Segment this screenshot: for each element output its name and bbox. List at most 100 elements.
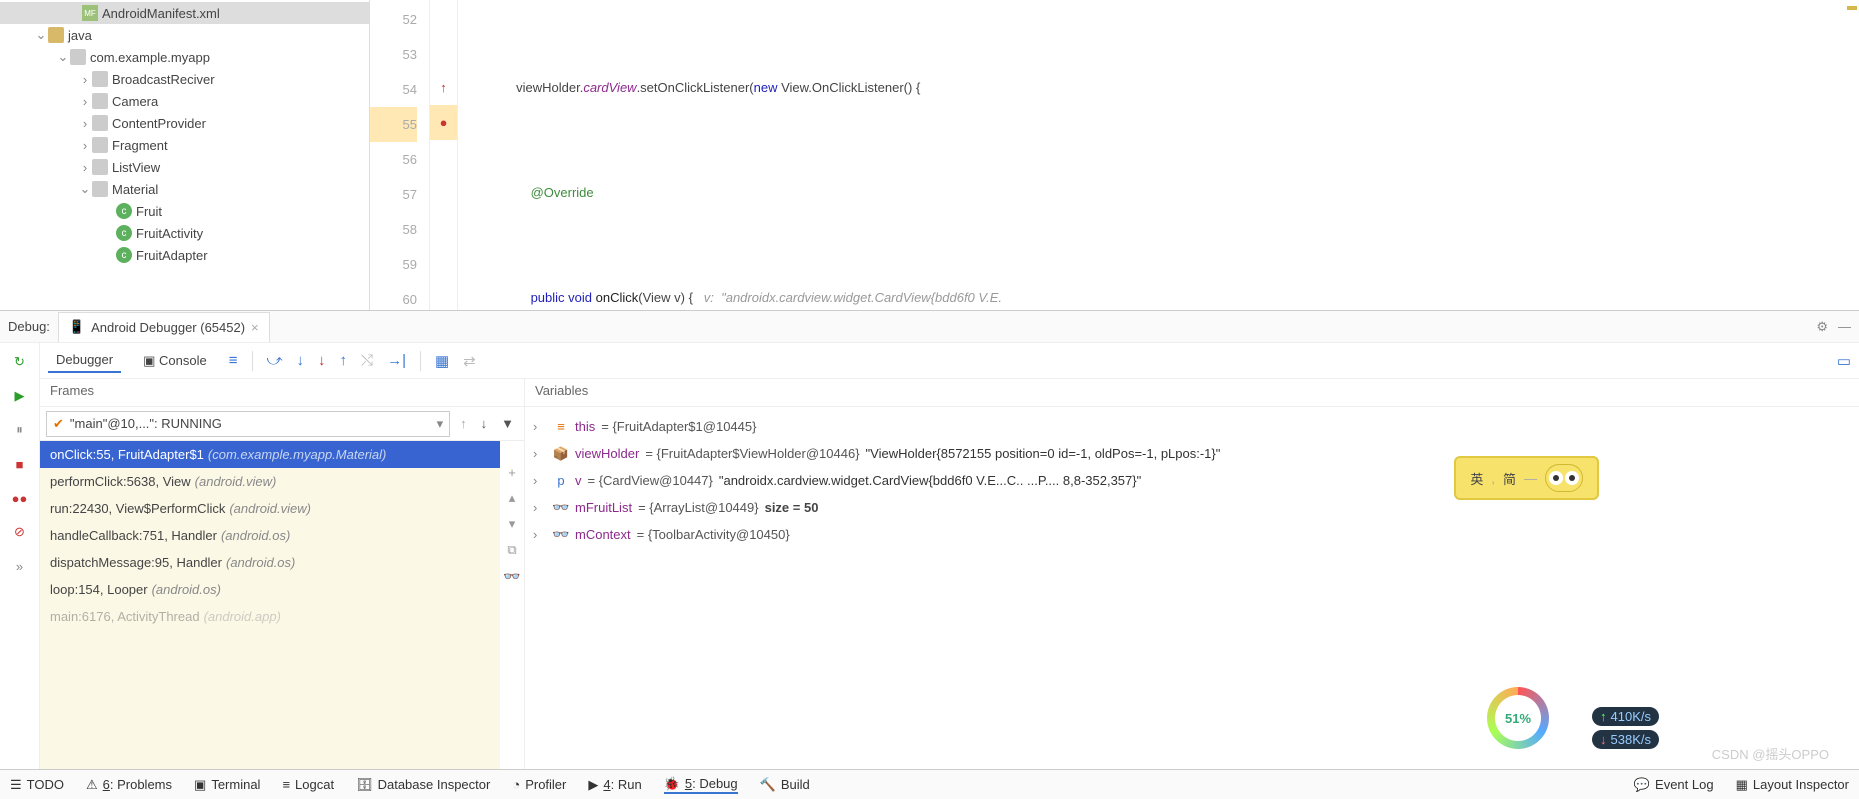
frame-list[interactable]: onClick:55, FruitAdapter$1 (com.example.… [40,441,500,769]
warning-marker-icon[interactable] [1847,6,1857,10]
variable-row[interactable]: ›pv = {CardView@10447} "androidx.cardvie… [533,467,1851,494]
run-to-cursor-button[interactable]: →| [387,352,406,369]
stack-frame[interactable]: run:22430, View$PerformClick (android.vi… [40,495,500,522]
prev-frame-button[interactable]: ↑ [456,416,471,431]
stack-frame[interactable]: performClick:5638, View (android.view) [40,468,500,495]
glasses-icon[interactable]: 👓 [503,568,520,585]
evaluate-button[interactable]: ▦ [435,352,449,370]
view-breakpoints-button[interactable]: ●● [9,487,31,509]
chevron-down-icon[interactable]: ⌄ [78,181,92,197]
layout-button[interactable]: ▭ [1837,352,1851,370]
scroll-up-icon[interactable]: ▴ [509,490,516,506]
step-out-button[interactable]: ↑ [340,352,348,369]
chevron-down-icon[interactable]: ⌄ [34,27,48,43]
expand-icon[interactable]: › [533,419,547,434]
filter-button[interactable]: ▼ [497,416,518,431]
tool-debug[interactable]: 🐞5: Debug [664,776,738,794]
step-over-button[interactable]: ⤻ [267,352,283,369]
tree-item-class[interactable]: cFruit [0,200,369,222]
object-icon: ≡ [553,419,569,434]
gear-icon[interactable]: ⚙ [1816,319,1828,335]
tool-layout-inspector[interactable]: ▦Layout Inspector [1736,777,1849,793]
manifest-icon: MF [82,5,98,21]
gutter-marks[interactable]: ↑ ● [430,0,458,310]
stack-frame[interactable]: loop:154, Looper (android.os) [40,576,500,603]
show-execution-point-button[interactable]: ≡ [229,352,238,369]
chevron-right-icon[interactable]: › [78,116,92,131]
tree-item-manifest[interactable]: MFAndroidManifest.xml [0,2,369,24]
expand-icon[interactable]: › [533,446,547,461]
copy-button[interactable]: ⧉ [507,542,516,558]
fold-gutter[interactable] [458,0,474,310]
tool-logcat[interactable]: ≡Logcat [282,777,334,792]
more-button[interactable]: » [9,555,31,577]
tool-profiler[interactable]: ◔Profiler [512,777,566,792]
tool-todo[interactable]: ☰TODO [10,777,64,793]
add-button[interactable]: + [508,465,516,480]
next-frame-button[interactable]: ↓ [477,416,492,431]
stack-frame[interactable]: dispatchMessage:95, Handler (android.os) [40,549,500,576]
tree-item[interactable]: ›Camera [0,90,369,112]
variable-row[interactable]: ›📦viewHolder = {FruitAdapter$ViewHolder@… [533,440,1851,467]
chevron-right-icon[interactable]: › [78,160,92,175]
force-step-into-button[interactable]: ↓ [318,352,326,369]
tree-item[interactable]: ›ListView [0,156,369,178]
minimize-icon[interactable]: — [1838,319,1851,335]
variable-row[interactable]: ›👓mContext = {ToolbarActivity@10450} [533,521,1851,548]
stack-frame[interactable]: handleCallback:751, Handler (android.os) [40,522,500,549]
drop-frame-button[interactable]: ⤭ [361,352,373,369]
tool-build[interactable]: 🔨Build [760,777,810,793]
variable-row[interactable]: ›👓mFruitList = {ArrayList@10449} size = … [533,494,1851,521]
tree-label: Fragment [112,138,168,153]
tree-item[interactable]: › BroadcastReciver [0,68,369,90]
tree-item-material[interactable]: ⌄Material [0,178,369,200]
tree-item[interactable]: › Fragment [0,134,369,156]
mute-breakpoints-button[interactable]: ⊘ [9,521,31,543]
tree-label: FruitActivity [136,226,203,241]
package-icon [92,93,108,109]
tab-debugger[interactable]: Debugger [48,348,121,373]
tree-item-package[interactable]: ⌄com.example.myapp [0,46,369,68]
tree-item-class[interactable]: cFruitActivity [0,222,369,244]
step-into-button[interactable]: ↓ [297,352,305,369]
tree-item-java[interactable]: ⌄java [0,24,369,46]
tree-item-class[interactable]: cFruitAdapter [0,244,369,266]
tree-item[interactable]: ›ContentProvider [0,112,369,134]
expand-icon[interactable]: › [533,527,547,542]
stack-frame[interactable]: onClick:55, FruitAdapter$1 (com.example.… [40,441,500,468]
code-area[interactable]: viewHolder.cardView.setOnClickListener(n… [474,0,1859,310]
editor-marks-strip[interactable] [1845,0,1859,310]
close-icon[interactable]: × [251,320,259,335]
breakpoint-icon[interactable]: ● [430,105,457,140]
code-editor[interactable]: 525354 55 5657585960 ↑ ● viewHolder.card… [370,0,1859,310]
tool-problems[interactable]: ⚠6: Problems [86,777,172,793]
stop-button[interactable]: ■ [9,453,31,475]
tree-label: BroadcastReciver [112,72,215,87]
thread-selector[interactable]: ✔ "main"@10,...": RUNNING ▾ [46,411,450,437]
expand-icon[interactable]: › [533,500,547,515]
dropdown-icon[interactable]: ▾ [437,416,444,432]
pause-button[interactable]: ⏸ [9,419,31,441]
chevron-right-icon[interactable]: › [78,72,92,87]
performance-badge[interactable]: 51% [1487,687,1549,749]
chevron-down-icon[interactable]: ⌄ [56,49,70,65]
debug-session-tab[interactable]: 📱 Android Debugger (65452) × [58,312,270,342]
upload-icon: ↑ [1600,709,1607,724]
tool-run[interactable]: ▶4: Run [588,777,641,793]
resume-button[interactable]: ▶ [9,385,31,407]
tab-console[interactable]: ▣ Console [135,349,215,373]
ime-indicator[interactable]: 英,简— [1454,456,1599,500]
scroll-down-icon[interactable]: ▾ [509,516,516,532]
stack-frame[interactable]: main:6176, ActivityThread (android.app) [40,603,500,630]
project-tree[interactable]: MFAndroidManifest.xml ⌄java ⌄com.example… [0,0,370,310]
tool-terminal[interactable]: ▣Terminal [194,777,260,793]
expand-icon[interactable]: › [533,473,547,488]
chevron-right-icon[interactable]: › [78,138,92,153]
rerun-button[interactable]: ↻ [9,351,31,373]
override-marker-icon[interactable]: ↑ [430,70,457,105]
tool-database[interactable]: 🗄Database Inspector [356,777,490,793]
variable-row[interactable]: ›≡this = {FruitAdapter$1@10445} [533,413,1851,440]
chevron-right-icon[interactable]: › [78,94,92,109]
trace-button[interactable]: ⇄ [463,352,476,370]
tool-eventlog[interactable]: 💬Event Log [1634,777,1714,793]
